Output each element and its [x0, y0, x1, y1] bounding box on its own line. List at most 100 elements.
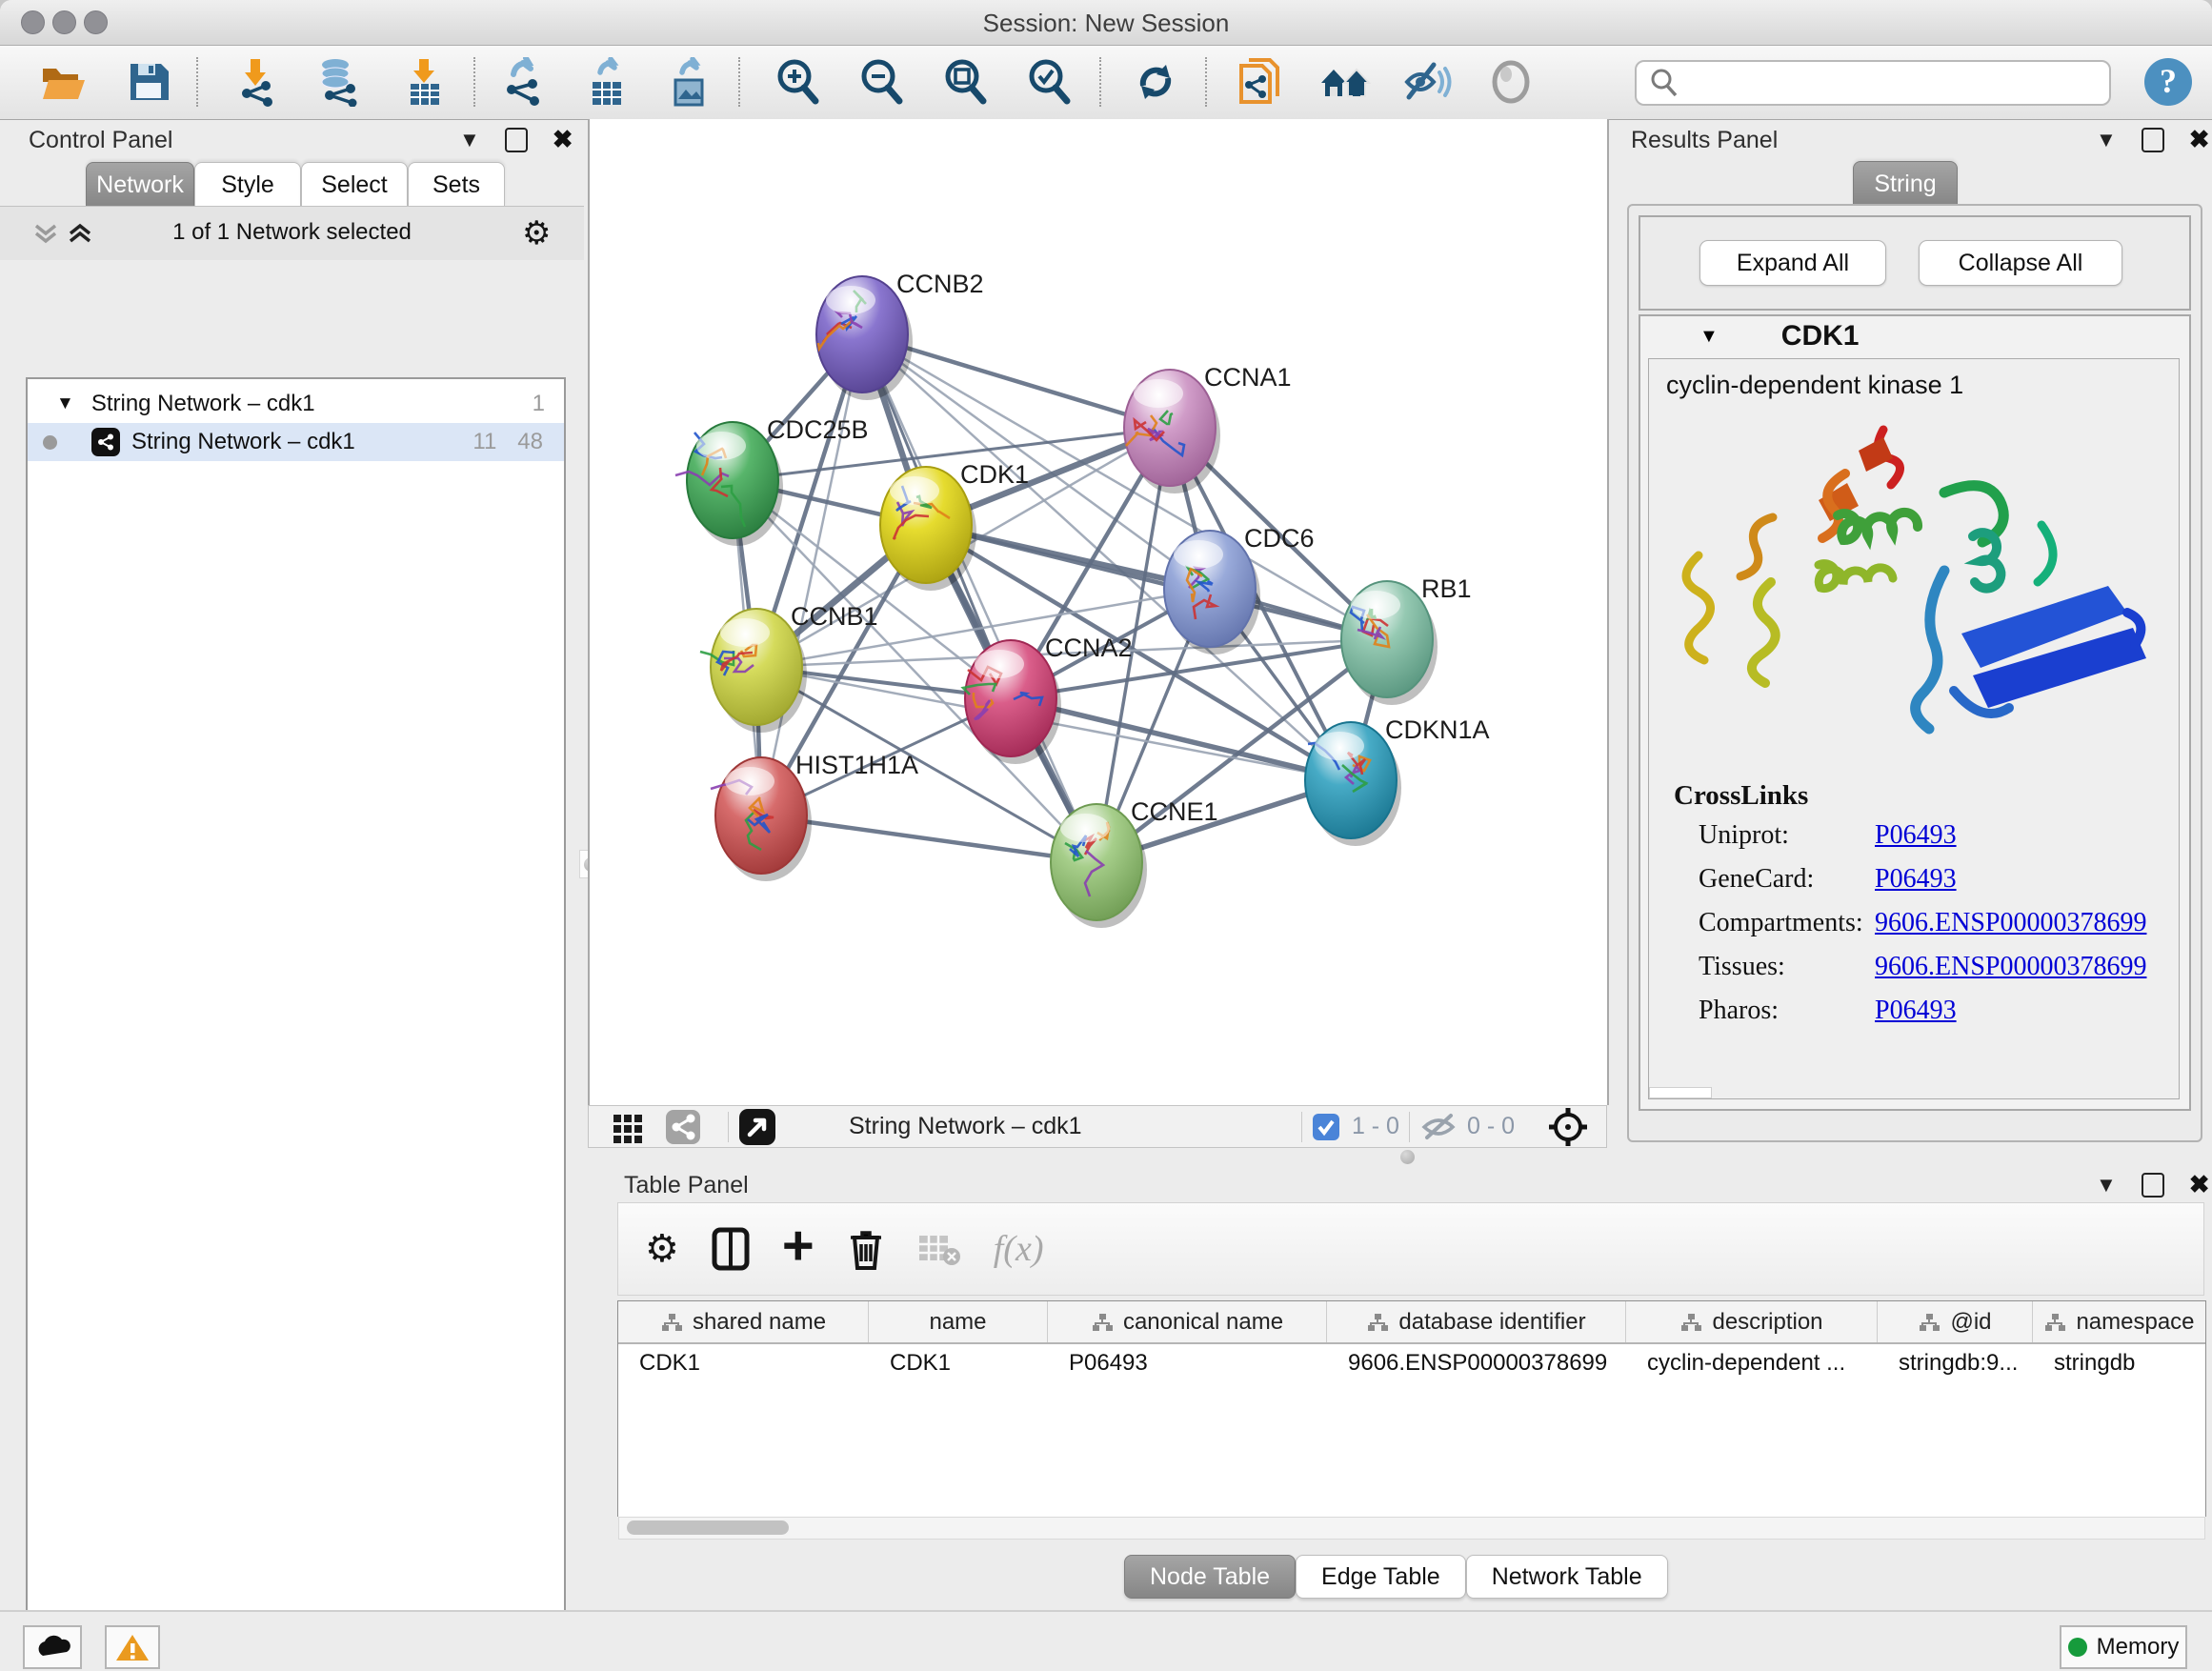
tab-select[interactable]: Select [301, 162, 408, 207]
graph-node[interactable]: CDC25B [675, 415, 869, 546]
tissues-link[interactable]: 9606.ENSP00000378699 [1875, 952, 2146, 982]
export-table-icon[interactable] [581, 57, 634, 107]
warning-icon[interactable] [105, 1625, 160, 1669]
cloud-icon[interactable] [23, 1625, 82, 1669]
column-header[interactable]: shared name [618, 1301, 869, 1342]
zoom-in-icon[interactable] [772, 57, 825, 107]
add-column-icon[interactable]: + [782, 1214, 814, 1278]
graph-node[interactable]: CDC6 [1164, 524, 1315, 654]
tab-network-table[interactable]: Network Table [1466, 1555, 1668, 1599]
panel-close-icon[interactable]: ✖ [553, 125, 573, 154]
graph-node[interactable]: CDKN1A [1305, 715, 1490, 846]
graph-node[interactable]: HIST1H1A [711, 751, 918, 881]
column-header[interactable]: database identifier [1327, 1301, 1626, 1342]
tab-node-table[interactable]: Node Table [1124, 1555, 1296, 1599]
help-icon[interactable]: ? [2142, 57, 2195, 107]
export-network-icon[interactable] [497, 57, 551, 107]
zoom-fit-icon[interactable] [939, 57, 993, 107]
table-row[interactable]: CDK1 CDK1 P06493 9606.ENSP00000378699 cy… [618, 1344, 2205, 1382]
network-row[interactable]: String Network – cdk1 11 48 [28, 423, 564, 461]
tab-edge-table[interactable]: Edge Table [1296, 1555, 1466, 1599]
birdseye-view-icon[interactable] [738, 1108, 776, 1146]
column-header[interactable]: @id [1878, 1301, 2033, 1342]
import-table-icon[interactable] [398, 57, 452, 107]
network-options-gear-icon[interactable]: ⚙ [522, 214, 551, 252]
refresh-icon[interactable] [1129, 57, 1182, 107]
show-columns-icon[interactable] [712, 1227, 750, 1271]
panel-close-icon[interactable]: ✖ [2189, 125, 2210, 154]
graph-node[interactable]: CCNA1 [1124, 363, 1292, 493]
import-network-icon[interactable] [231, 57, 284, 107]
selected-checkbox-icon[interactable] [1312, 1113, 1340, 1141]
panel-close-icon[interactable]: ✖ [2189, 1170, 2210, 1199]
graph-node-label: CCNB1 [791, 602, 878, 631]
table-hscrollbar[interactable] [618, 1517, 2205, 1540]
panel-float-icon[interactable] [2142, 1173, 2164, 1198]
open-session-icon[interactable] [36, 57, 90, 107]
table-settings-icon[interactable]: ⚙ [645, 1227, 679, 1271]
column-header[interactable]: namespace [2033, 1301, 2205, 1342]
graph-node[interactable]: CCNB1 [700, 602, 878, 733]
entry-expander-icon[interactable]: ▼ [1699, 326, 1719, 348]
memory-button[interactable]: Memory [2060, 1625, 2187, 1669]
network-graph[interactable]: CCNB2CCNA1CDC25BCDK1CDC6RB1CCNB1CCNA2CDK… [590, 119, 1607, 1105]
hide-selected-icon[interactable] [1400, 57, 1454, 107]
save-session-icon[interactable] [122, 57, 175, 107]
control-panel-title: Control Panel [29, 127, 172, 154]
toolbar-separator [1099, 57, 1101, 107]
compartments-link[interactable]: 9606.ENSP00000378699 [1875, 908, 2146, 938]
share-view-icon[interactable] [665, 1109, 701, 1145]
grid-view-icon[interactable] [612, 1111, 644, 1143]
entry-name: CDK1 [1781, 320, 1860, 352]
genecard-link[interactable]: P06493 [1875, 864, 1957, 895]
expand-all-button[interactable]: Expand All [1699, 240, 1886, 286]
table-hscrollbar-thumb[interactable] [627, 1520, 789, 1535]
panel-menu-icon[interactable]: ▼ [2096, 128, 2117, 152]
horizontal-scrollbar[interactable] [1649, 1087, 1712, 1098]
graph-node-label: CCNA1 [1204, 363, 1292, 392]
panel-menu-icon[interactable]: ▼ [459, 128, 480, 152]
collapse-all-button[interactable]: Collapse All [1919, 240, 2122, 286]
clone-network-icon[interactable] [1233, 57, 1286, 107]
results-panel: Results Panel ▼ ✖ String Expand All Coll… [1610, 119, 2212, 1146]
import-database-icon[interactable] [312, 57, 366, 107]
pharos-link[interactable]: P06493 [1875, 996, 1957, 1026]
home-icon[interactable] [1318, 57, 1372, 107]
network-view[interactable]: CCNB2CCNA1CDC25BCDK1CDC6RB1CCNB1CCNA2CDK… [588, 119, 1609, 1105]
collection-label: String Network – cdk1 [91, 391, 315, 417]
tab-string[interactable]: String [1853, 161, 1958, 206]
graph-node[interactable]: RB1 [1341, 574, 1472, 705]
column-header[interactable]: canonical name [1048, 1301, 1327, 1342]
panel-menu-icon[interactable]: ▼ [2096, 1173, 2117, 1198]
graph-node[interactable]: CCNE1 [1051, 797, 1218, 928]
zoom-selected-icon[interactable] [1023, 57, 1076, 107]
tree-expander-icon[interactable]: ▼ [56, 393, 74, 414]
zoom-out-icon[interactable] [855, 57, 909, 107]
search-input[interactable] [1680, 69, 2094, 97]
tab-network[interactable]: Network [86, 162, 194, 207]
tab-style[interactable]: Style [194, 162, 301, 207]
column-header[interactable]: name [869, 1301, 1048, 1342]
column-header[interactable]: description [1626, 1301, 1878, 1342]
memory-label: Memory [2097, 1634, 2180, 1661]
tab-sets[interactable]: Sets [408, 162, 505, 207]
bottom-splitter-handle[interactable] [1400, 1150, 1415, 1164]
graph-edge [926, 525, 1387, 639]
show-all-icon[interactable] [1484, 57, 1538, 107]
graph-node[interactable]: CCNA2 [963, 634, 1133, 764]
graph-node[interactable]: CCNB2 [816, 270, 984, 400]
export-image-icon[interactable] [663, 57, 716, 107]
table-tabs: Node Table Edge Table Network Table [1124, 1555, 1668, 1599]
uniprot-link[interactable]: P06493 [1875, 820, 1957, 851]
panel-float-icon[interactable] [2142, 128, 2164, 152]
crosshair-icon[interactable] [1547, 1106, 1589, 1148]
hidden-node-edge-counts: 0 - 0 [1467, 1113, 1515, 1140]
control-panel: Control Panel ▼ ✖ Network Style Select S… [0, 119, 584, 1610]
network-collection-row[interactable]: ▼ String Network – cdk1 1 [28, 385, 564, 423]
graph-node-label: CCNB2 [896, 270, 984, 298]
graph-edge [862, 334, 1096, 862]
entry-body: cyclin-dependent kinase 1 [1648, 358, 2180, 1099]
delete-column-icon[interactable] [847, 1226, 885, 1272]
selected-node-edge-counts: 1 - 0 [1352, 1113, 1399, 1140]
panel-float-icon[interactable] [505, 128, 528, 152]
